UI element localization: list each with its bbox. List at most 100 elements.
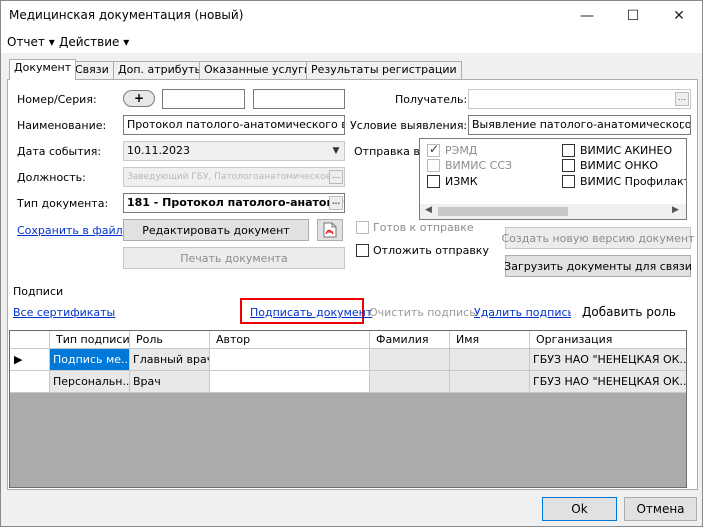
series-input[interactable] — [253, 89, 345, 109]
table-cell[interactable]: ГБУЗ НАО "НЕНЕЦКАЯ ОК... — [530, 349, 686, 371]
signatures-group-label: Подписи — [13, 285, 67, 298]
table-cell[interactable]: Врач — [130, 371, 210, 393]
checkbox-izmk[interactable] — [427, 175, 440, 188]
postpone-send-label: Отложить отправку — [373, 244, 489, 257]
all-certificates-link[interactable]: Все сертификаты — [13, 306, 115, 319]
event-date-value: 10.11.2023 — [127, 144, 190, 157]
add-role-button[interactable]: Добавить роль — [571, 301, 687, 323]
menu-report[interactable]: Отчет ▾ — [7, 35, 55, 49]
row-marker-icon[interactable]: ▶ — [10, 349, 50, 371]
scrollbar-thumb[interactable] — [438, 207, 568, 216]
condition-select[interactable]: Выявление патолого-анатомического в ⌄ — [468, 115, 691, 135]
name-label: Наименование: — [17, 119, 107, 132]
send-to-label: Отправка в — [354, 145, 420, 158]
close-button[interactable]: ✕ — [656, 1, 702, 31]
label-vimis-profilaktika: ВИМИС Профилактика — [580, 175, 686, 188]
signatures-grid: Тип подписи Роль Автор Фамилия Имя Орган… — [9, 330, 687, 488]
browse-icon[interactable]: … — [329, 196, 343, 210]
doc-type-label: Тип документа: — [17, 197, 109, 210]
table-cell[interactable] — [370, 371, 450, 393]
table-cell[interactable] — [210, 349, 370, 371]
position-field: Заведующий ГБУ, Патологоанатомическое … — [123, 167, 345, 187]
column-header[interactable]: Фамилия — [370, 331, 450, 349]
recipient-label: Получатель: — [395, 93, 468, 106]
window-title: Медицинская документация (новый) — [9, 8, 244, 22]
checkbox-vimis-ssz[interactable] — [427, 159, 440, 172]
table-cell[interactable]: Главный врач — [130, 349, 210, 371]
cancel-button[interactable]: Отмена — [624, 497, 697, 521]
recipient-field[interactable]: … — [468, 89, 691, 109]
minimize-icon: — — [580, 8, 594, 24]
title-bar: Медицинская документация (новый) — ☐ ✕ — [1, 1, 702, 31]
chevron-down-icon: ▼ — [332, 146, 340, 156]
horizontal-scrollbar[interactable]: ◀ ▶ — [420, 204, 686, 219]
create-version-button[interactable]: Создать новую версию документ — [502, 227, 695, 249]
chevron-down-icon: ⌄ — [677, 118, 687, 132]
checkbox-postpone-send[interactable] — [356, 244, 369, 257]
tab-document[interactable]: Документ — [9, 59, 77, 80]
condition-label: Условие выявления: — [350, 119, 468, 132]
close-icon: ✕ — [673, 8, 685, 24]
event-date-field: 10.11.2023 ▼ — [123, 141, 345, 161]
doc-type-value: 181 - Протокол патолого-анатомич — [127, 196, 345, 209]
label-remd: РЭМД — [445, 144, 478, 157]
ready-to-send-label: Готов к отправке — [373, 221, 474, 234]
sign-document-link[interactable]: Подписать документ — [250, 306, 372, 319]
checkbox-remd[interactable] — [427, 142, 440, 157]
table-cell[interactable] — [210, 371, 370, 393]
tab-services[interactable]: Оказанные услуги — [199, 61, 316, 79]
table-cell[interactable] — [370, 349, 450, 371]
checkbox-vimis-akineo[interactable] — [562, 144, 575, 157]
checkbox-vimis-profilaktika[interactable] — [562, 175, 575, 188]
add-number-button[interactable]: + — [123, 90, 155, 107]
name-input[interactable]: Протокол патолого-анатомического вскры — [123, 115, 345, 135]
column-header[interactable]: Тип подписи — [50, 331, 130, 349]
pdf-document-icon — [323, 222, 337, 238]
grid-row-header-corner — [10, 331, 50, 349]
number-input[interactable] — [162, 89, 245, 109]
scroll-left-icon[interactable]: ◀ — [425, 205, 432, 215]
save-to-file-link[interactable]: Сохранить в файл — [17, 224, 123, 237]
edit-document-button[interactable]: Редактировать документ — [123, 219, 309, 241]
menu-bar: Отчет ▾ Действие ▾ — [1, 31, 702, 53]
print-document-button[interactable]: Печать документа — [123, 247, 345, 269]
table-cell[interactable]: ГБУЗ НАО "НЕНЕЦКАЯ ОК... — [530, 371, 686, 393]
column-header[interactable]: Автор — [210, 331, 370, 349]
menu-action[interactable]: Действие ▾ — [59, 35, 129, 49]
tab-links[interactable]: Связи — [70, 61, 114, 79]
ok-button[interactable]: Ok — [542, 497, 617, 521]
table-cell[interactable] — [450, 349, 530, 371]
pdf-button[interactable] — [317, 219, 343, 241]
row-marker-icon[interactable] — [10, 371, 50, 393]
event-date-label: Дата события: — [17, 145, 102, 158]
browse-icon[interactable]: … — [675, 92, 689, 106]
tab-extra-attributes[interactable]: Доп. атрибуты — [113, 61, 209, 79]
checkbox-ready-to-send[interactable] — [356, 221, 369, 234]
doc-type-field[interactable]: 181 - Протокол патолого-анатомич … — [123, 193, 345, 213]
condition-value: Выявление патолого-анатомического в — [472, 118, 691, 131]
minimize-button[interactable]: — — [564, 1, 610, 31]
delete-signature-link[interactable]: Удалить подпись — [474, 306, 574, 319]
send-targets-list[interactable]: РЭМД ВИМИС ССЗ ИЗМК ВИМИС АКИНЕО ВИМИС О… — [419, 138, 687, 220]
label-izmk: ИЗМК — [445, 175, 478, 188]
number-series-label: Номер/Серия: — [17, 93, 97, 106]
clear-signature-link[interactable]: Очистить подпись — [369, 306, 476, 319]
tab-registration-results[interactable]: Результаты регистрации — [306, 61, 462, 79]
label-vimis-akineo: ВИМИС АКИНЕО — [580, 144, 673, 157]
table-cell[interactable]: Персональн... — [50, 371, 130, 393]
position-label: Должность: — [17, 171, 86, 184]
table-cell[interactable] — [450, 371, 530, 393]
load-linked-docs-button[interactable]: Загрузить документы для связи — [504, 255, 692, 277]
label-vimis-ssz: ВИМИС ССЗ — [445, 159, 513, 172]
scroll-right-icon[interactable]: ▶ — [672, 205, 679, 215]
table-cell[interactable]: Подпись ме... — [50, 349, 130, 371]
maximize-button[interactable]: ☐ — [610, 1, 656, 31]
checkbox-vimis-onko[interactable] — [562, 159, 575, 172]
column-header[interactable]: Имя — [450, 331, 530, 349]
maximize-icon: ☐ — [626, 8, 640, 24]
position-value: Заведующий ГБУ, Патологоанатомическое — [127, 172, 332, 182]
browse-icon: … — [329, 170, 343, 184]
column-header[interactable]: Организация — [530, 331, 686, 349]
label-vimis-onko: ВИМИС ОНКО — [580, 159, 659, 172]
column-header[interactable]: Роль — [130, 331, 210, 349]
